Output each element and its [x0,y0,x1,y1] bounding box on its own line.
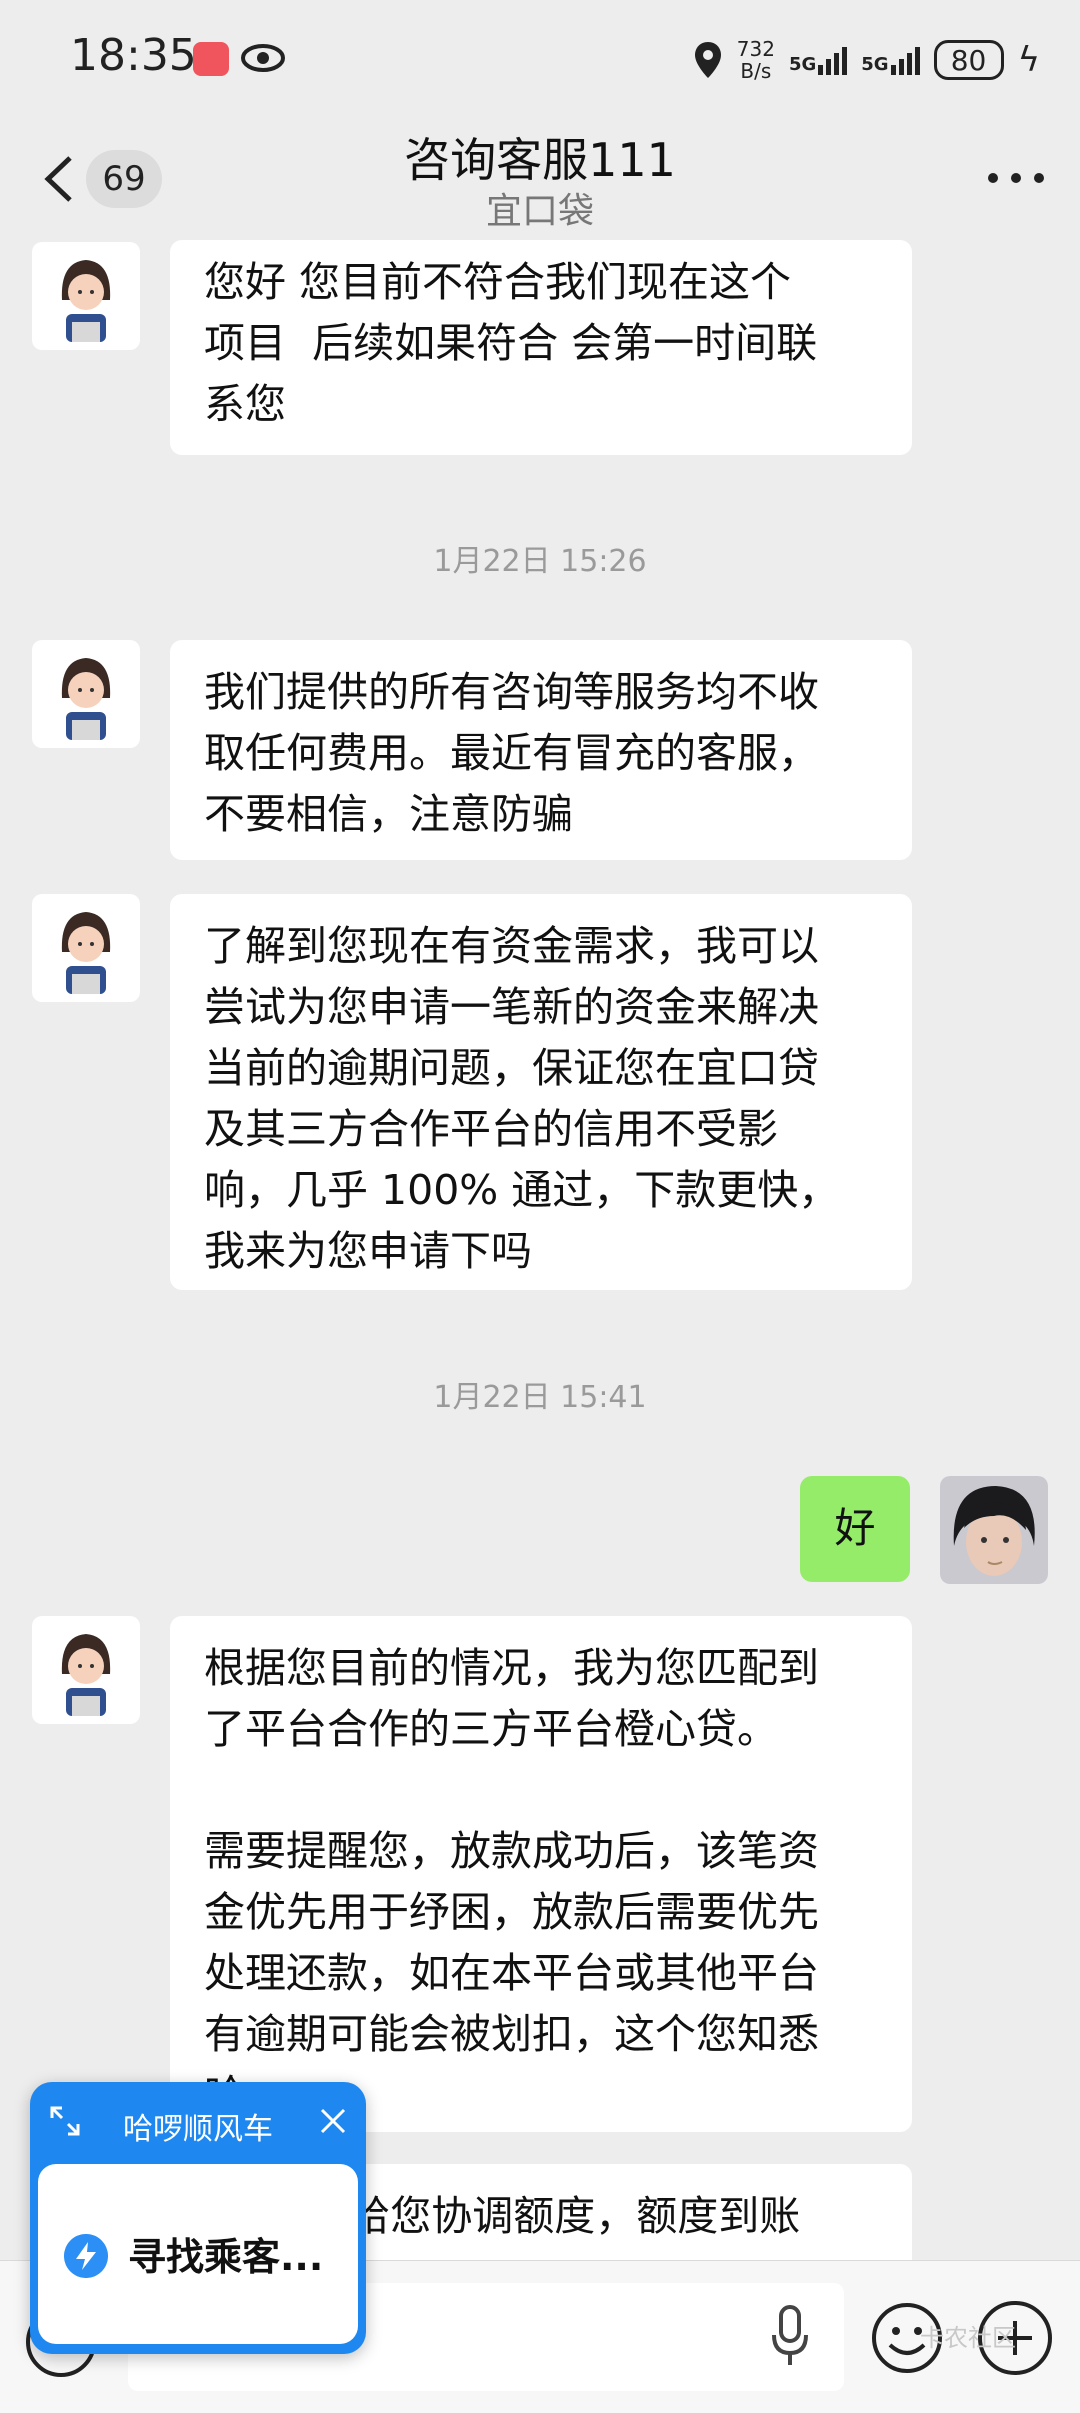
ride-status-text: 寻找乘客... [128,2235,324,2279]
lightning-icon [64,2234,108,2278]
agent-avatar-icon [61,1634,111,1716]
watermark: 卡农社区 [920,2324,1016,2352]
floating-widget[interactable]: 哈啰顺风车 寻找乘客... [30,2082,366,2354]
eye-icon [241,44,285,72]
clock: 18:35 [70,30,197,81]
chat-subtitle: 宜口袋 [485,191,594,232]
location-icon [694,42,721,78]
close-icon[interactable] [316,2104,350,2138]
message-bubble[interactable]: 了解到您现在有资金需求，我可以 尝试为您申请一笔新的资金来解决 当前的逾期问题，… [170,894,912,1290]
user-avatar-icon [940,1476,1048,1584]
message-bubble[interactable]: 您好 您目前不符合我们现在这个 项目 后续如果符合 会第一时间联 系您 [170,240,912,455]
agent-avatar[interactable] [32,242,140,350]
message-list[interactable]: 您好 您目前不符合我们现在这个 项目 后续如果符合 会第一时间联 系您 1月22… [0,240,1080,2260]
agent-avatar-icon [61,260,111,342]
timestamp: 1月22日 15:41 [433,1380,647,1415]
mic-icon[interactable] [770,2301,810,2371]
agent-avatar[interactable] [32,894,140,1002]
network-speed: 732 B/s [736,37,775,83]
status-bar: 18:35 732 B/s 5G 5G 80 ϟ [0,0,1080,120]
floating-widget-card[interactable]: 寻找乘客... [38,2164,358,2344]
agent-avatar-icon [61,912,111,994]
timestamp: 1月22日 15:26 [433,544,647,579]
message-bubble[interactable]: 我们提供的所有咨询等服务均不收 取任何费用。最近有冒充的客服， 不要相信，注意防… [170,640,912,860]
signal-sim2-icon: 5G [861,45,920,75]
agent-avatar[interactable] [32,640,140,748]
charging-icon: ϟ [1017,40,1040,80]
floating-widget-header: 哈啰顺风车 [30,2082,366,2162]
agent-avatar-icon [61,658,111,740]
chat-header: 69 咨询客服111 宜口袋 [0,120,1080,240]
notification-app-icon [193,42,229,76]
chat-title: 咨询客服111 [404,133,676,187]
agent-avatar[interactable] [32,1616,140,1724]
user-avatar[interactable] [940,1476,1048,1584]
signal-sim1-icon: 5G [789,45,848,75]
my-message-bubble[interactable]: 好 [800,1476,910,1582]
message-bubble[interactable]: 根据您目前的情况，我为您匹配到 了平台合作的三方平台橙心贷。 需要提醒您，放款成… [170,1616,912,2132]
more-options-icon[interactable] [988,170,1044,186]
battery-icon: 80 [933,40,1004,80]
